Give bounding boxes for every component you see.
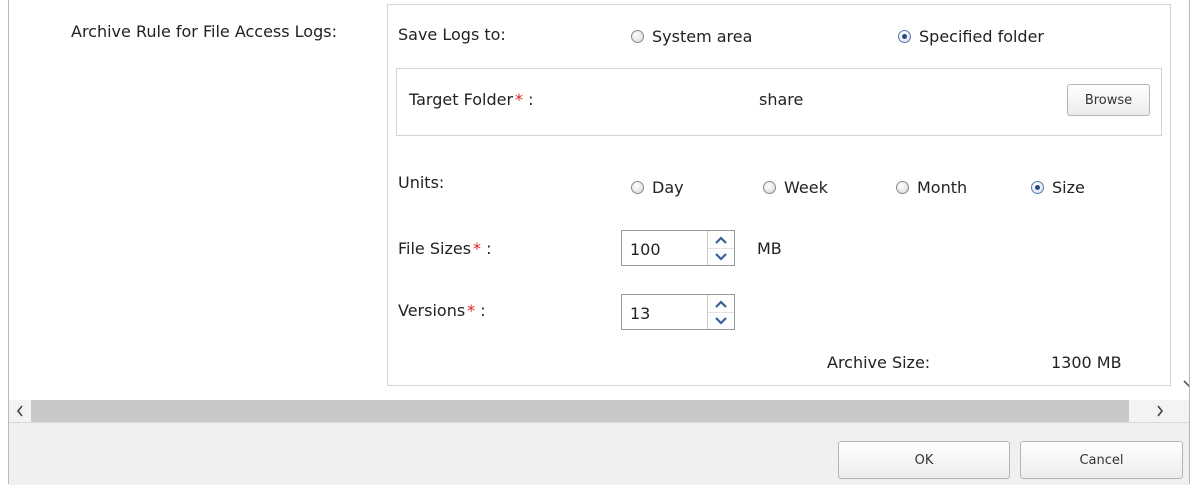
save-logs-to-label: Save Logs to: (398, 25, 506, 44)
versions-input[interactable]: 13 (630, 304, 650, 323)
radio-specified-folder-circle[interactable] (898, 30, 911, 43)
scroll-left-button[interactable] (9, 400, 31, 422)
radio-unit-week-label: Week (784, 178, 828, 197)
chevron-up-icon (715, 299, 727, 308)
required-mark: * (515, 90, 524, 109)
scroll-right-button[interactable] (1149, 400, 1171, 422)
target-folder-value: share (759, 90, 804, 109)
radio-system-area[interactable]: System area (631, 27, 752, 46)
versions-colon: : (480, 301, 486, 320)
radio-unit-week[interactable]: Week (763, 178, 828, 197)
dialog-right-border (1189, 0, 1190, 484)
file-sizes-spinner[interactable]: 100 (621, 230, 735, 266)
file-sizes-decrement-button[interactable] (708, 248, 734, 265)
file-sizes-spin-buttons (707, 231, 734, 265)
radio-unit-size[interactable]: Size (1031, 178, 1085, 197)
chevron-right-icon (1157, 405, 1164, 417)
required-mark: * (473, 239, 482, 258)
radio-unit-day-circle[interactable] (631, 181, 644, 194)
versions-label: Versions * : (398, 301, 486, 320)
versions-spin-buttons (707, 295, 734, 329)
dialog-footer: OK Cancel (9, 422, 1189, 485)
cancel-button[interactable]: Cancel (1020, 441, 1183, 479)
target-folder-colon: : (528, 90, 534, 109)
versions-label-text: Versions (398, 301, 466, 320)
target-folder-label-text: Target Folder (409, 90, 514, 109)
archive-rule-label: Archive Rule for File Access Logs: (71, 22, 337, 41)
settings-scroll-area[interactable]: Archive Rule for File Access Logs: Save … (9, 0, 1189, 400)
target-folder-label: Target Folder * : (409, 90, 534, 109)
radio-unit-day-label: Day (652, 178, 684, 197)
archive-settings-dialog: Archive Rule for File Access Logs: Save … (0, 0, 1204, 485)
horizontal-scroll-thumb[interactable] (31, 400, 1129, 422)
archive-rule-group: Save Logs to: System area Specified fold… (387, 4, 1171, 386)
versions-decrement-button[interactable] (708, 312, 734, 329)
chevron-down-icon (715, 252, 727, 261)
radio-specified-folder-label: Specified folder (919, 27, 1045, 46)
archive-size-value: 1300 MB (1051, 353, 1122, 372)
chevron-down-icon (715, 316, 727, 325)
radio-unit-month-circle[interactable] (896, 181, 909, 194)
ok-button[interactable]: OK (838, 441, 1010, 479)
radio-unit-size-label: Size (1052, 178, 1085, 197)
versions-spinner[interactable]: 13 (621, 294, 735, 330)
units-label: Units: (398, 173, 445, 192)
target-folder-box: Target Folder * : share Browse (396, 68, 1162, 136)
file-sizes-increment-button[interactable] (708, 231, 734, 249)
radio-unit-month-label: Month (917, 178, 968, 197)
radio-system-area-circle[interactable] (631, 30, 644, 43)
scroll-down-button[interactable] (1179, 372, 1189, 396)
archive-size-label: Archive Size: (827, 353, 931, 372)
browse-button[interactable]: Browse (1067, 84, 1150, 116)
file-sizes-label: File Sizes * : (398, 239, 492, 258)
radio-unit-size-circle[interactable] (1031, 181, 1044, 194)
radio-unit-month[interactable]: Month (896, 178, 967, 197)
radio-system-area-label: System area (652, 27, 753, 46)
chevron-down-icon (1183, 380, 1189, 388)
file-sizes-colon: : (486, 239, 492, 258)
versions-increment-button[interactable] (708, 295, 734, 313)
file-sizes-unit: MB (757, 239, 782, 258)
file-sizes-label-text: File Sizes (398, 239, 472, 258)
radio-unit-day[interactable]: Day (631, 178, 684, 197)
file-sizes-input[interactable]: 100 (630, 240, 661, 259)
horizontal-scrollbar[interactable] (9, 400, 1189, 422)
radio-unit-week-circle[interactable] (763, 181, 776, 194)
chevron-left-icon (16, 405, 23, 417)
required-mark: * (467, 301, 476, 320)
radio-specified-folder[interactable]: Specified folder (898, 27, 1044, 46)
chevron-up-icon (715, 235, 727, 244)
